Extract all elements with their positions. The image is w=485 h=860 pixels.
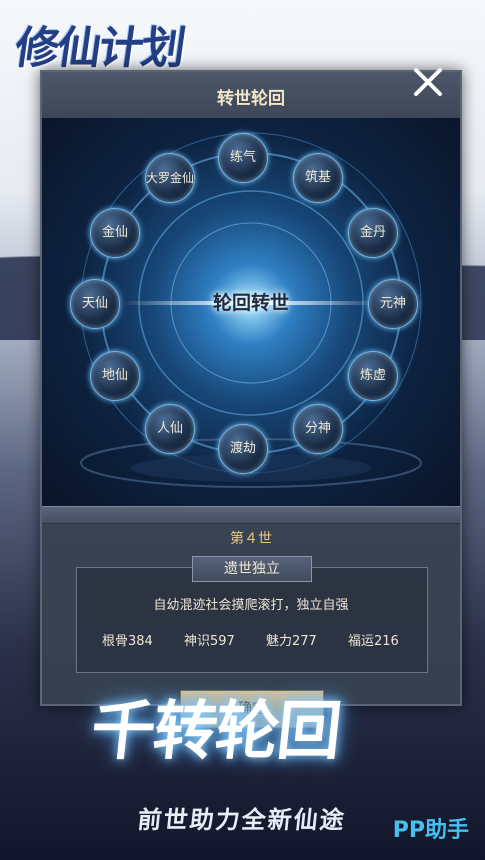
realm-label: 天仙: [81, 296, 108, 311]
reincarnation-wheel: 轮回转世 练气 筑基 金丹 元神 炼虚 分神 渡劫 人仙 地仙 天仙 金仙 大罗…: [42, 118, 460, 506]
center-label: 轮回转世: [212, 292, 289, 314]
realm-node[interactable]: 炼虚: [348, 351, 398, 401]
generation-label: 第４世: [230, 531, 272, 547]
realm-node[interactable]: 练气: [218, 133, 268, 183]
realm-label: 金丹: [359, 225, 386, 240]
realm-label: 筑基: [304, 170, 331, 185]
realm-node[interactable]: 分神: [293, 404, 343, 454]
reincarnation-panel: 转世轮回 轮回转世 练气 筑基 金丹 元神 炼虚 分神 渡劫 人仙 地仙 天仙 …: [40, 70, 462, 728]
game-logo: 修仙计划: [11, 23, 187, 74]
realm-label: 金仙: [101, 225, 128, 240]
stat-spirit: 神识597: [184, 634, 235, 649]
promo-slogan: 千转轮回: [87, 694, 344, 769]
panel-title: 转世轮回: [217, 89, 285, 109]
realm-label: 元神: [379, 296, 406, 311]
promo-subtitle: 前世助力全新仙途: [136, 805, 348, 834]
watermark: PP助手: [392, 818, 469, 843]
close-icon: [414, 68, 442, 96]
realm-label: 炼虚: [359, 368, 386, 383]
trait-title: 遗世独立: [192, 556, 312, 582]
realm-label: 分神: [304, 421, 331, 436]
realm-label: 地仙: [101, 368, 128, 383]
panel-header: 转世轮回: [42, 72, 460, 119]
stat-bone: 根骨384: [102, 634, 153, 649]
realm-label: 渡劫: [229, 441, 256, 456]
realm-label: 练气: [229, 150, 256, 165]
panel-divider: [42, 506, 460, 524]
realm-node[interactable]: 地仙: [90, 351, 140, 401]
trait-info-box: [76, 567, 428, 673]
realm-node[interactable]: 元神: [368, 279, 418, 329]
stat-luck: 福运216: [348, 634, 399, 649]
realm-node[interactable]: 金丹: [348, 208, 398, 258]
stat-charm: 魅力277: [266, 634, 317, 649]
realm-node[interactable]: 金仙: [90, 208, 140, 258]
realm-node[interactable]: 天仙: [70, 279, 120, 329]
close-button[interactable]: [408, 62, 448, 102]
realm-label: 人仙: [156, 421, 183, 436]
realm-node[interactable]: 筑基: [293, 153, 343, 203]
realm-node[interactable]: 大罗金仙: [145, 153, 195, 203]
trait-description: 自幼混迹社会摸爬滚打，独立自强: [153, 598, 349, 613]
realm-label: 大罗金仙: [146, 171, 195, 185]
realm-node[interactable]: 渡劫: [218, 424, 268, 474]
realm-node[interactable]: 人仙: [145, 404, 195, 454]
